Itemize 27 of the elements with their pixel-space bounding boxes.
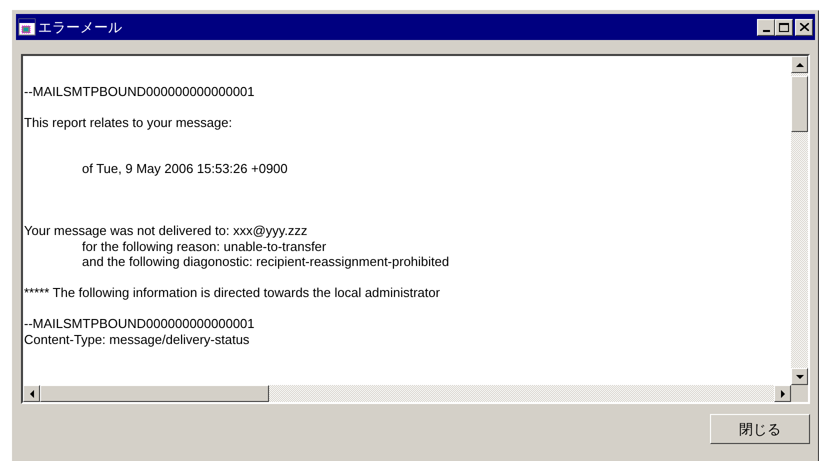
left-triangle-icon: [30, 390, 34, 398]
message-line: --MAILSMTPBOUND000000000000001: [23, 316, 256, 332]
message-line: ***** The following information is directed towards the local administrator: [23, 285, 441, 300]
message-text-area[interactable]: [21, 54, 810, 404]
vertical-scrollbar[interactable]: [791, 56, 808, 385]
close-icon: [800, 23, 808, 31]
maximize-icon: [779, 22, 789, 32]
down-triangle-icon: [796, 374, 804, 378]
message-line: Content-Type: message/delivery-status: [23, 332, 250, 347]
close-dialog-button[interactable]: 閉じる: [710, 414, 810, 444]
message-line: This report relates to your message:: [23, 114, 234, 130]
horizontal-scrollbar[interactable]: [23, 385, 791, 402]
message-line: for the following reason: unable-to-transfer: [81, 238, 328, 254]
message-line: of Tue, 9 May 2006 15:53:26 +0900: [81, 161, 289, 176]
message-line: Your message was not delivered to: xxx@yyy.zzz: [23, 223, 308, 238]
close-button[interactable]: [795, 18, 813, 36]
right-triangle-icon: [780, 390, 784, 398]
scrollbar-thumb[interactable]: [791, 76, 808, 132]
message-line: and the following diagonostic: recipient-reassignment-prohibited: [81, 254, 450, 270]
up-triangle-icon: [796, 62, 804, 66]
minimize-button[interactable]: [757, 18, 775, 36]
message-line: --MAILSMTPBOUND000000000000001: [23, 84, 256, 99]
scrollbar-thumb[interactable]: [40, 385, 269, 402]
minimize-icon: [762, 30, 770, 32]
maximize-button[interactable]: [775, 18, 793, 36]
scrollbar-corner: [791, 385, 808, 402]
window-title: エラーメール: [38, 20, 123, 34]
